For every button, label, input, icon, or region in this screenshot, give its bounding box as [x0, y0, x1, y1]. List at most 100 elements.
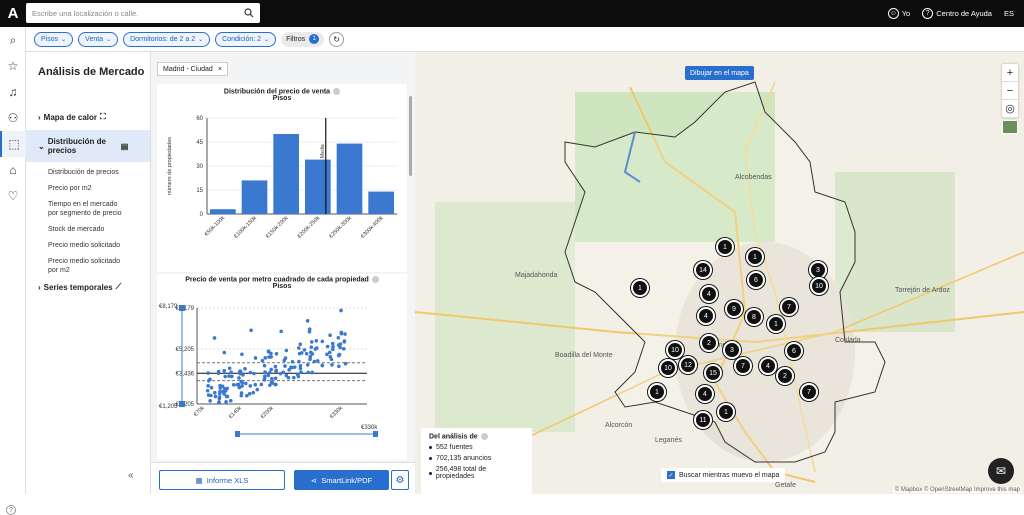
map-cluster-marker[interactable]: 6 — [785, 342, 803, 360]
submenu-item[interactable]: Precio medio solicitado por m2 — [26, 257, 150, 275]
time-series-label: Series temporales — [43, 282, 113, 292]
map-cluster-marker[interactable]: 8 — [745, 308, 763, 326]
map-cluster-marker[interactable]: 3 — [723, 341, 741, 359]
star-icon[interactable]: ☆ — [0, 53, 26, 79]
map-attribution[interactable]: © Mapbox © OpenStreetMap Improve this ma… — [892, 487, 1022, 493]
checkbox-checked-icon[interactable]: ✓ — [667, 471, 675, 479]
map-cluster-marker[interactable]: 1 — [717, 403, 735, 421]
map-cluster-marker[interactable]: 1 — [648, 383, 666, 401]
zoom-in-icon[interactable]: + — [1002, 64, 1018, 82]
info-icon[interactable] — [480, 433, 488, 440]
search-on-move-toggle[interactable]: ✓ Buscar mientras muevo el mapa — [661, 468, 786, 482]
chat-icon[interactable]: ✉ — [988, 458, 1014, 484]
map-cluster-marker[interactable]: 1 — [746, 248, 764, 266]
scrollbar[interactable] — [409, 96, 412, 176]
map-cluster-marker[interactable]: 7 — [734, 357, 752, 375]
filter-chip[interactable]: Pisos ⌄ — [34, 31, 74, 47]
map-cluster-marker[interactable]: 1 — [631, 279, 649, 297]
scatter-point — [315, 359, 320, 363]
x-tick-label: €70k — [193, 405, 206, 418]
y-tick-label: €8,179 — [176, 306, 195, 312]
map-cluster-marker[interactable]: 10 — [666, 341, 684, 359]
scatter-point — [224, 400, 228, 404]
submenu-item[interactable]: Stock de mercado — [26, 225, 150, 234]
time-series-section[interactable]: › Series temporales ⟋ — [26, 282, 150, 292]
home-icon[interactable]: ⌂ — [0, 157, 26, 183]
map-cluster-marker[interactable]: 7 — [800, 383, 818, 401]
close-icon[interactable]: × — [218, 66, 222, 73]
price-distribution-card: Distribución del precio de venta Pisos 0… — [157, 84, 407, 272]
info-icon[interactable] — [333, 88, 341, 95]
x-tick-label: €300k-400k — [360, 215, 385, 240]
scatter-point — [292, 365, 297, 369]
market-analysis-icon[interactable]: ⬚ — [0, 131, 26, 157]
map-cluster-marker[interactable]: 10 — [810, 277, 828, 295]
info-icon[interactable] — [371, 276, 379, 283]
range-min-label: €1,205 — [159, 404, 178, 410]
heart-icon[interactable]: ♡ — [0, 183, 26, 209]
map-cluster-marker[interactable]: 9 — [725, 300, 743, 318]
gear-icon[interactable]: ⚙ — [391, 470, 409, 490]
map-view[interactable]: Dibujar en el mapa + − ◎ AlcobendasMadri… — [415, 52, 1024, 494]
filter-chip[interactable]: Venta ⌄ — [78, 31, 119, 47]
search-icon[interactable] — [244, 8, 254, 18]
scatter-point — [299, 370, 303, 375]
map-cluster-marker[interactable]: 4 — [696, 385, 714, 403]
draw-on-map-button[interactable]: Dibujar en el mapa — [685, 66, 754, 80]
scatter-point — [297, 351, 302, 356]
scatter-point — [259, 382, 264, 387]
search-input[interactable]: Escribe una localización o calle. — [26, 3, 260, 23]
app-logo[interactable]: A — [0, 0, 26, 27]
filtros-button[interactable]: Filtros 1 — [281, 31, 325, 47]
scatter-point — [212, 390, 217, 395]
map-cluster-marker[interactable]: 15 — [704, 364, 722, 382]
map-cluster-marker[interactable]: 1 — [716, 238, 734, 256]
map-cluster-marker[interactable]: 4 — [700, 285, 718, 303]
filter-chip[interactable]: Dormitorios: de 2 a 2 ⌄ — [123, 31, 211, 47]
submenu-item[interactable]: Precio por m2 — [26, 184, 150, 193]
map-place-label: Leganés — [655, 437, 682, 444]
map-cluster-marker[interactable]: 7 — [780, 298, 798, 316]
scatter-point — [238, 369, 243, 374]
map-cluster-marker[interactable]: 11 — [694, 411, 712, 429]
map-cluster-marker[interactable]: 4 — [759, 357, 777, 375]
collapse-panel-icon[interactable]: « — [128, 470, 134, 481]
map-cluster-marker[interactable]: 12 — [679, 356, 697, 374]
map-cluster-marker[interactable]: 10 — [659, 359, 677, 377]
language-selector[interactable]: ES — [1004, 9, 1014, 18]
scatter-point — [222, 392, 226, 396]
layer-switch-icon[interactable] — [1002, 120, 1018, 134]
map-cluster-marker[interactable]: 4 — [697, 307, 715, 325]
map-cluster-marker[interactable]: 2 — [776, 367, 794, 385]
bar-chart-subtitle: Pisos — [272, 95, 292, 103]
scatter-point — [227, 366, 232, 371]
map-cluster-marker[interactable]: 14 — [694, 261, 712, 279]
search-on-move-label: Buscar mientras muevo el mapa — [679, 471, 780, 479]
submenu-item[interactable]: Tiempo en el mercado por segmento de pre… — [26, 200, 150, 218]
locate-icon[interactable]: ◎ — [1002, 100, 1018, 118]
smartlink-button[interactable]: ⋖ SmartLink/PDF — [294, 470, 389, 490]
filter-chip[interactable]: Condición: 2 ⌄ — [215, 31, 277, 47]
map-cluster-marker[interactable]: 6 — [747, 271, 765, 289]
bell-icon[interactable]: ♫ — [0, 79, 26, 105]
bar-chart: 0 15 30 45 60 €50k-100k €100k-150k €150k-200k €2… — [167, 116, 397, 240]
search-icon[interactable]: ⌕ — [0, 27, 26, 53]
scatter-point — [245, 393, 249, 398]
reset-icon[interactable]: ↻ — [329, 31, 345, 47]
submenu-item[interactable]: Distribución de precios — [26, 168, 150, 177]
map-cluster-marker[interactable]: 1 — [767, 315, 785, 333]
top-bar: A Escribe una localización o calle. ☺ Yo … — [0, 0, 1024, 27]
file-icon: ▦ — [195, 475, 203, 485]
help-center-link[interactable]: ? Centro de Ayuda — [922, 8, 992, 19]
xls-report-button[interactable]: ▦ Informe XLS — [159, 470, 285, 490]
users-icon[interactable]: ⚇ — [0, 105, 26, 131]
scatter-point — [339, 331, 344, 336]
x-tick-label: €100k-150k — [233, 215, 258, 240]
map-cluster-marker[interactable]: 2 — [700, 334, 718, 352]
user-menu[interactable]: ☺ Yo — [887, 8, 910, 19]
heatmap-section[interactable]: › Mapa de calor ⛶ — [26, 112, 150, 122]
distribution-section[interactable]: ⌄ Distribución de precios ▤ — [26, 130, 150, 162]
submenu-item[interactable]: Precio medio solicitado — [26, 241, 150, 250]
zoom-out-icon[interactable]: − — [1002, 82, 1018, 100]
help-icon[interactable]: ? — [6, 505, 16, 515]
